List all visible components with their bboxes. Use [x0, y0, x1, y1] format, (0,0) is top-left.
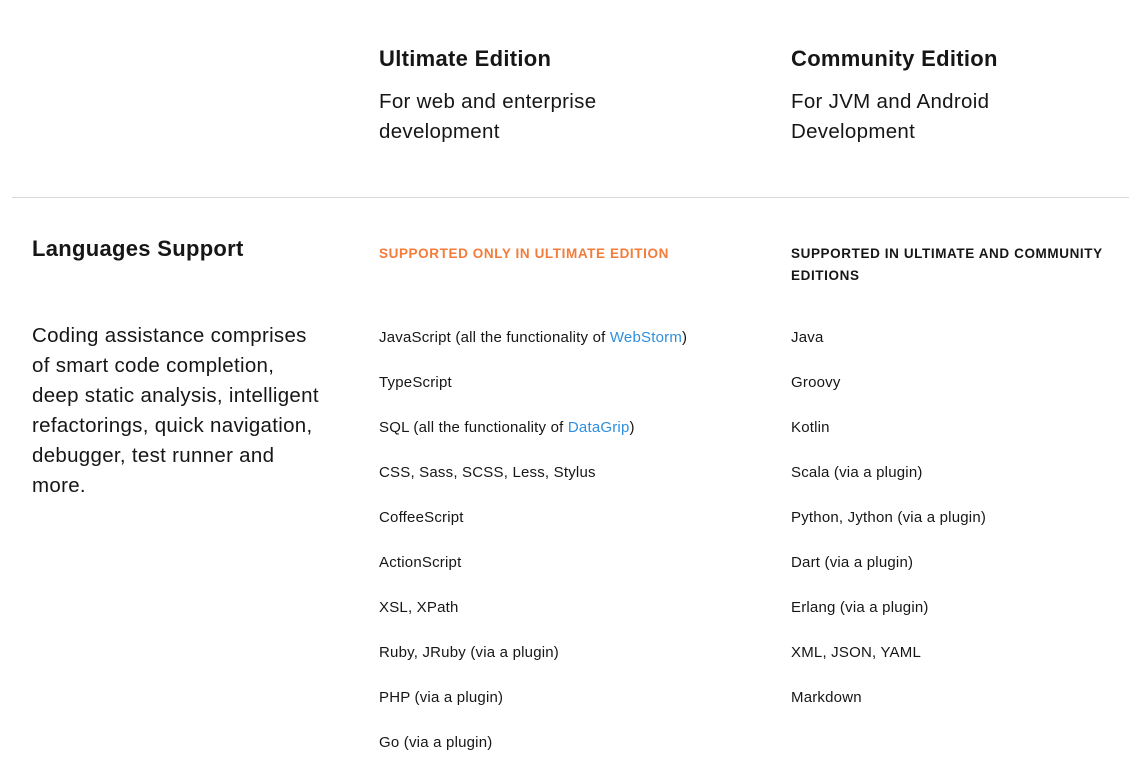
- language-name: CoffeeScript: [379, 509, 464, 526]
- section-title: Languages Support: [32, 236, 244, 261]
- ultimate-subtitle-line1: For web and enterprise: [379, 90, 597, 113]
- language-suffix: ): [629, 419, 635, 436]
- community-languages-list: Java Groovy Kotlin Scala (via a plugin) Pyth…: [791, 323, 986, 728]
- language-name: ActionScript: [379, 554, 462, 571]
- language-name: CSS, Sass, SCSS, Less, Stylus: [379, 464, 596, 481]
- product-link-datagrip[interactable]: DataGrip: [568, 419, 630, 436]
- community-language-item: Dart (via a plugin): [791, 554, 914, 571]
- community-language-item: XML, JSON, YAML: [791, 644, 921, 661]
- section-description: Coding assistance comprises of smart cod…: [32, 324, 319, 497]
- language-name: Ruby, JRuby (via a plugin): [379, 644, 559, 661]
- community-edition-subtitle: For JVM and Android Development: [791, 87, 989, 147]
- ultimate-languages-list: JavaScript (all the functionality of Web…: [379, 323, 687, 763]
- section-divider: [12, 197, 1129, 198]
- language-name: Go (via a plugin): [379, 734, 493, 751]
- community-subtitle-line2: Development: [791, 120, 916, 143]
- ultimate-edition-title: Ultimate Edition: [379, 46, 552, 71]
- community-language-item: Scala (via a plugin): [791, 464, 923, 481]
- both-editions-label-line2: EDITIONS: [791, 268, 860, 283]
- language-name: XSL, XPath: [379, 599, 459, 616]
- community-language-item: Java: [791, 329, 824, 346]
- ultimate-language-item: Ruby, JRuby (via a plugin): [379, 638, 687, 683]
- both-editions-label-line1: SUPPORTED IN ULTIMATE AND COMMUNITY: [791, 246, 1103, 261]
- ultimate-language-item: ActionScript: [379, 548, 687, 593]
- community-subtitle-line1: For JVM and Android: [791, 90, 990, 113]
- language-suffix: ): [682, 329, 688, 346]
- language-name: SQL (all the functionality of: [379, 419, 568, 436]
- language-name: JavaScript (all the functionality of: [379, 329, 610, 346]
- language-name: PHP (via a plugin): [379, 689, 504, 706]
- product-link-webstorm[interactable]: WebStorm: [610, 329, 682, 346]
- ultimate-language-item: JavaScript (all the functionality of Web…: [379, 323, 687, 368]
- ultimate-language-item: PHP (via a plugin): [379, 683, 687, 728]
- language-name: TypeScript: [379, 374, 452, 391]
- ultimate-language-item: CoffeeScript: [379, 503, 687, 548]
- ultimate-only-label: SUPPORTED ONLY IN ULTIMATE EDITION: [379, 246, 669, 261]
- community-language-item: Python, Jython (via a plugin): [791, 509, 987, 526]
- ultimate-language-item: TypeScript: [379, 368, 687, 413]
- ultimate-language-item: SQL (all the functionality of DataGrip): [379, 413, 687, 458]
- community-language-item: Groovy: [791, 374, 841, 391]
- both-editions-label: SUPPORTED IN ULTIMATE AND COMMUNITY EDIT…: [791, 243, 1129, 287]
- ultimate-language-item: CSS, Sass, SCSS, Less, Stylus: [379, 458, 687, 503]
- ultimate-subtitle-line2: development: [379, 120, 500, 143]
- community-language-item: Markdown: [791, 689, 862, 706]
- ultimate-language-item: Go (via a plugin): [379, 728, 687, 763]
- community-edition-title: Community Edition: [791, 46, 998, 71]
- ultimate-edition-subtitle: For web and enterprise development: [379, 87, 596, 147]
- community-language-item: Erlang (via a plugin): [791, 599, 929, 616]
- community-language-item: Kotlin: [791, 419, 830, 436]
- ultimate-language-item: XSL, XPath: [379, 593, 687, 638]
